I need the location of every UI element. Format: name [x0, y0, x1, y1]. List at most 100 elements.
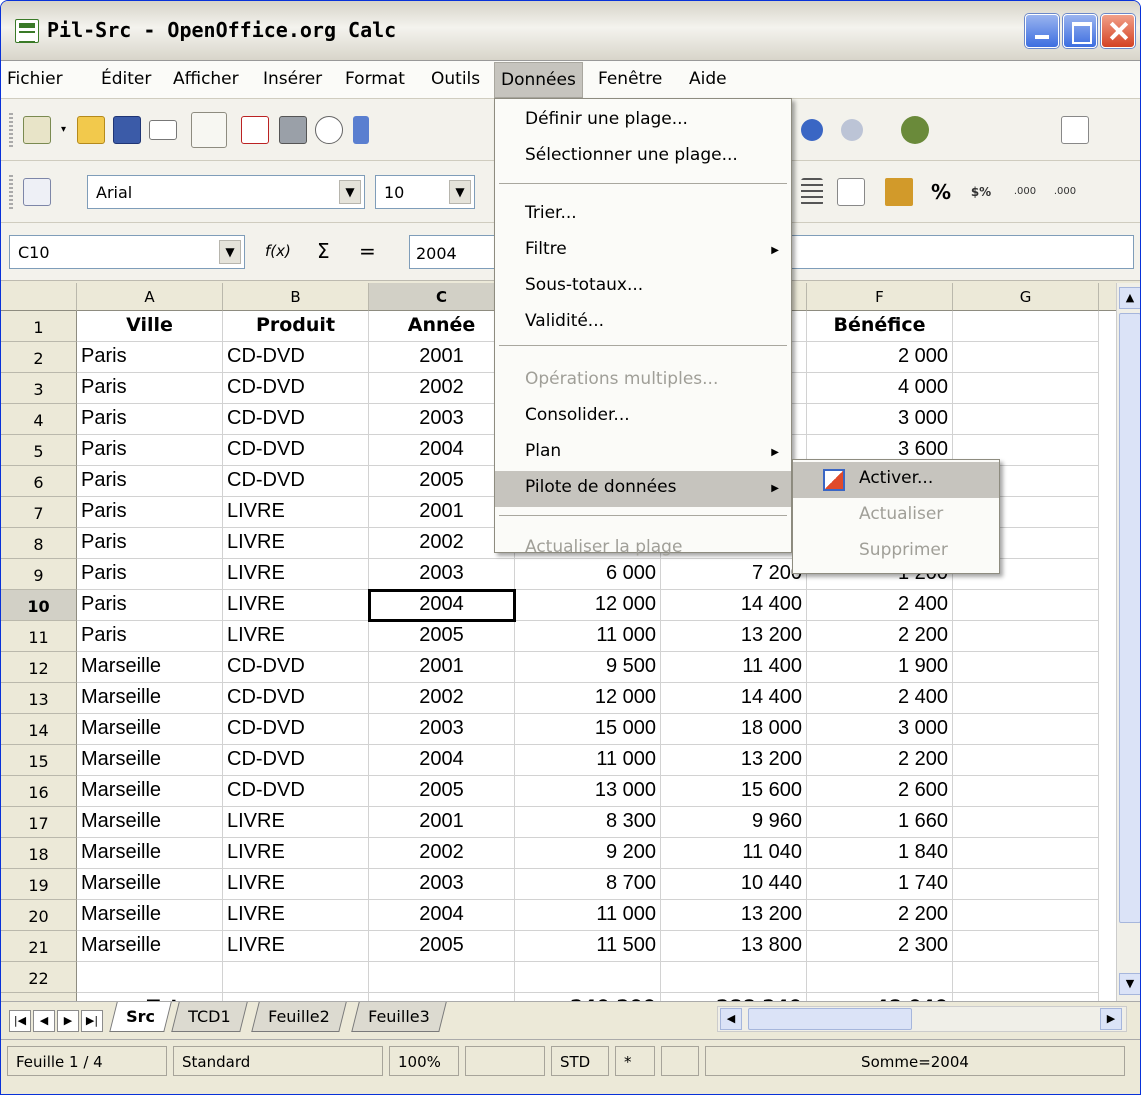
table-cell[interactable]: 2003 [369, 869, 515, 900]
table-cell[interactable]: LIVRE [223, 559, 369, 590]
select-all-corner[interactable] [1, 283, 77, 311]
table-cell[interactable]: Marseille [77, 652, 223, 683]
sheet-tab-src[interactable]: Src [109, 1002, 172, 1032]
chevron-down-icon[interactable]: ▼ [339, 180, 361, 204]
styles-icon[interactable] [23, 178, 51, 206]
table-cell[interactable]: Marseille [77, 776, 223, 807]
row-header-11[interactable]: 11 [1, 621, 77, 652]
table-cell[interactable] [953, 373, 1099, 404]
status-selection-mode[interactable]: STD [551, 1046, 609, 1076]
menu-item-filtre[interactable]: Filtre ▶ [495, 233, 791, 269]
status-zoom[interactable]: 100% [389, 1046, 459, 1076]
chevron-down-icon[interactable]: ▼ [449, 180, 471, 204]
table-cell[interactable]: Paris [77, 559, 223, 590]
sheet-tab-feuille2[interactable]: Feuille2 [251, 1002, 347, 1032]
table-cell[interactable]: 2 200 [807, 900, 953, 931]
toolbar-grip[interactable] [9, 175, 13, 209]
menu-donnees[interactable]: Données [494, 62, 583, 98]
table-cell[interactable] [515, 962, 661, 993]
table-cell[interactable]: 2 200 [807, 745, 953, 776]
table-cell[interactable]: 13 200 [661, 745, 807, 776]
row-header-3[interactable]: 3 [1, 373, 77, 404]
table-cell[interactable]: 1 660 [807, 807, 953, 838]
menu-item-plan[interactable]: Plan ▶ [495, 435, 791, 471]
table-cell[interactable]: 15 000 [515, 714, 661, 745]
table-cell[interactable] [77, 962, 223, 993]
menu-item-validité[interactable]: Validité... [495, 305, 791, 341]
table-cell[interactable] [953, 652, 1099, 683]
row-header-18[interactable]: 18 [1, 838, 77, 869]
totals-cell[interactable]: 48 040 [807, 993, 953, 1001]
column-header-a[interactable]: A [77, 283, 223, 311]
table-cell[interactable]: Paris [77, 404, 223, 435]
print-icon[interactable] [279, 116, 307, 144]
table-cell[interactable]: CD-DVD [223, 373, 369, 404]
row-header-19[interactable]: 19 [1, 869, 77, 900]
table-cell[interactable]: LIVRE [223, 931, 369, 962]
table-header-cell[interactable]: Ville [77, 311, 223, 342]
table-cell[interactable] [953, 900, 1099, 931]
row-header-15[interactable]: 15 [1, 745, 77, 776]
navigator-icon[interactable] [901, 116, 929, 144]
table-cell[interactable] [369, 962, 515, 993]
table-cell[interactable]: Paris [77, 373, 223, 404]
table-cell[interactable] [661, 962, 807, 993]
scroll-down-icon[interactable]: ▼ [1119, 973, 1140, 995]
table-cell[interactable]: Paris [77, 528, 223, 559]
column-header-f[interactable]: F [807, 283, 953, 311]
table-cell[interactable] [223, 993, 369, 1001]
table-cell[interactable]: Marseille [77, 838, 223, 869]
menu-item-définir-une-plage[interactable]: Définir une plage... [495, 103, 791, 139]
menu-item-consolider[interactable]: Consolider... [495, 399, 791, 435]
add-decimal-icon[interactable]: .000 [1011, 178, 1039, 206]
row-header-12[interactable]: 12 [1, 652, 77, 683]
table-cell[interactable]: Paris [77, 497, 223, 528]
table-cell[interactable]: CD-DVD [223, 652, 369, 683]
table-cell[interactable]: 2001 [369, 807, 515, 838]
table-cell[interactable]: 9 200 [515, 838, 661, 869]
table-cell[interactable]: Marseille [77, 683, 223, 714]
merge-cells-icon[interactable] [837, 178, 865, 206]
table-cell[interactable]: 2 200 [807, 621, 953, 652]
table-cell[interactable]: LIVRE [223, 621, 369, 652]
table-cell[interactable] [807, 962, 953, 993]
totals-cell[interactable]: 240 200 [515, 993, 661, 1001]
table-cell[interactable]: CD-DVD [223, 404, 369, 435]
row-header-9[interactable]: 9 [1, 559, 77, 590]
table-cell[interactable]: 9 960 [661, 807, 807, 838]
table-cell[interactable] [953, 931, 1099, 962]
export-pdf-icon[interactable] [241, 116, 269, 144]
table-cell[interactable] [369, 993, 515, 1001]
first-sheet-icon[interactable]: |◀ [9, 1010, 31, 1032]
row-header-20[interactable]: 20 [1, 900, 77, 931]
table-cell[interactable]: 12 000 [515, 590, 661, 621]
menu-aide[interactable]: Aide [689, 69, 727, 89]
table-cell[interactable]: 3 000 [807, 714, 953, 745]
standard-format-icon[interactable]: $% [967, 178, 995, 206]
table-cell[interactable]: 13 800 [661, 931, 807, 962]
table-cell[interactable]: CD-DVD [223, 342, 369, 373]
menu-editer[interactable]: Éditer [101, 69, 151, 89]
row-header-6[interactable]: 6 [1, 466, 77, 497]
percent-icon[interactable]: % [927, 178, 955, 206]
status-page-style[interactable]: Standard [173, 1046, 383, 1076]
column-header-g[interactable]: G [953, 283, 1099, 311]
table-cell[interactable]: Paris [77, 590, 223, 621]
menu-fenetre[interactable]: Fenêtre [598, 69, 662, 89]
table-cell[interactable]: 1 840 [807, 838, 953, 869]
function-icon[interactable]: = [359, 239, 376, 263]
table-cell[interactable]: 2004 [369, 745, 515, 776]
table-cell[interactable]: 11 000 [515, 745, 661, 776]
table-cell[interactable]: Marseille [77, 869, 223, 900]
toolbar-grip[interactable] [9, 113, 13, 147]
previous-sheet-icon[interactable]: ◀ [33, 1010, 55, 1032]
table-header-cell[interactable]: Bénéfice [807, 311, 953, 342]
table-cell[interactable] [953, 404, 1099, 435]
table-cell[interactable]: 12 000 [515, 683, 661, 714]
open-folder-icon[interactable] [77, 116, 105, 144]
table-cell[interactable]: 13 200 [661, 621, 807, 652]
table-cell[interactable]: LIVRE [223, 497, 369, 528]
table-cell[interactable]: Paris [77, 342, 223, 373]
table-cell[interactable]: LIVRE [223, 807, 369, 838]
table-cell[interactable]: 8 300 [515, 807, 661, 838]
